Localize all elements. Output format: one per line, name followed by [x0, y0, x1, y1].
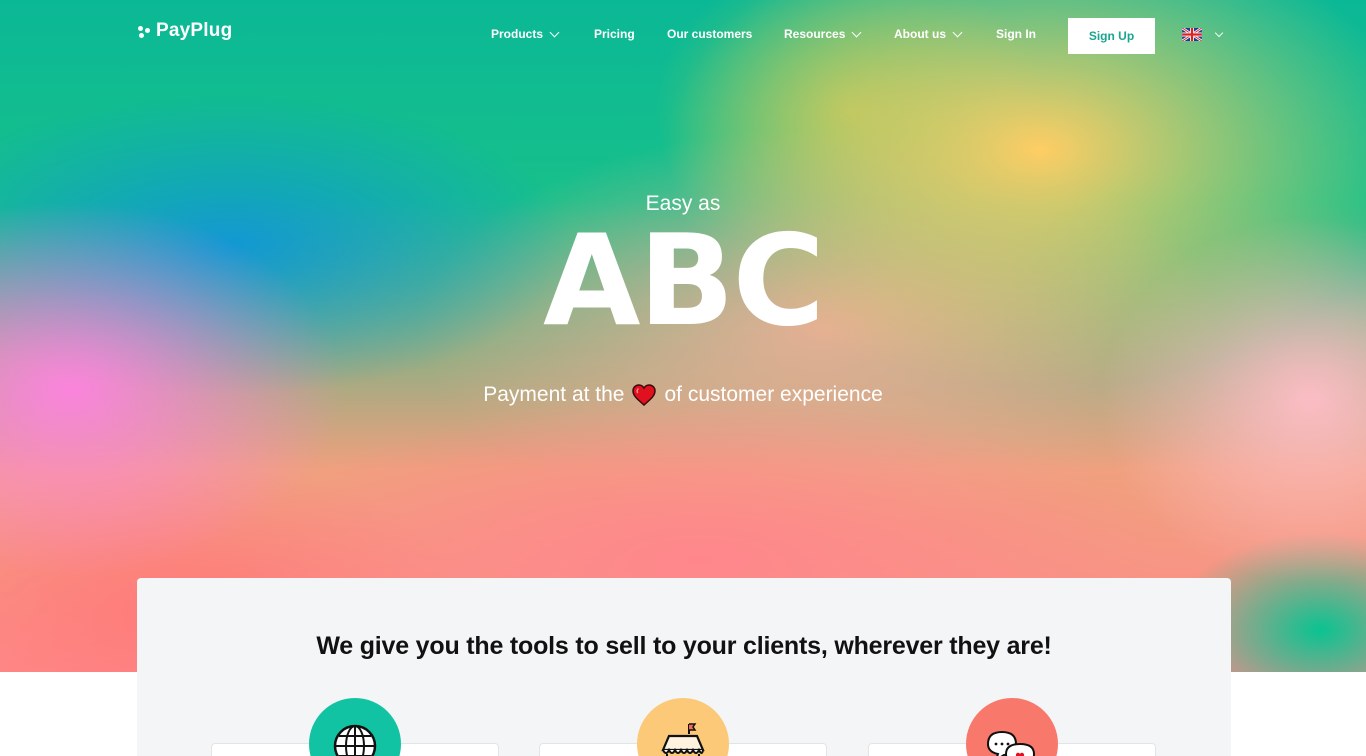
chevron-down-icon: [851, 27, 862, 37]
nav-item-our-customers[interactable]: Our customers: [667, 27, 752, 41]
nav-item-sign-in[interactable]: Sign In: [996, 27, 1036, 41]
nav-label-products: Products: [491, 27, 544, 41]
sign-up-button[interactable]: Sign Up: [1068, 18, 1155, 54]
brand-logo[interactable]: PayPlug: [138, 20, 232, 42]
nav-label-sign-in: Sign In: [996, 27, 1036, 41]
chevron-down-icon: [952, 27, 963, 37]
language-selector[interactable]: [1182, 28, 1224, 41]
chevron-down-icon: [1214, 28, 1224, 37]
features-panel: We give you the tools to sell to your cl…: [137, 578, 1231, 756]
nav-item-pricing[interactable]: Pricing: [594, 27, 635, 41]
nav-label-resources: Resources: [784, 27, 846, 41]
chat-bubbles-icon: [966, 698, 1058, 756]
tagline-before: Payment at the: [483, 383, 625, 406]
hero-tagline: Payment at the of customer experience: [0, 383, 1366, 407]
chevron-down-icon: [549, 27, 560, 37]
logo-text: PayPlug: [156, 20, 233, 41]
nav-label-our-customers: Our customers: [667, 27, 753, 41]
uk-flag-icon: [1182, 28, 1202, 41]
nav-label-about-us: About us: [894, 27, 946, 41]
features-title: We give you the tools to sell to your cl…: [316, 632, 1052, 660]
tagline-after: of customer experience: [664, 383, 883, 406]
shop-icon: [637, 698, 729, 756]
globe-icon: [309, 698, 401, 756]
heart-icon: [632, 384, 657, 406]
nav-item-products[interactable]: Products: [491, 27, 560, 41]
top-navigation: PayPlug Products Pricing Our customers R…: [0, 0, 1366, 70]
hero-headline: ABC: [542, 207, 825, 354]
nav-label-pricing: Pricing: [594, 27, 635, 41]
logo-dots-icon: [138, 25, 151, 38]
nav-item-about-us[interactable]: About us: [894, 27, 963, 41]
nav-item-resources[interactable]: Resources: [784, 27, 862, 41]
